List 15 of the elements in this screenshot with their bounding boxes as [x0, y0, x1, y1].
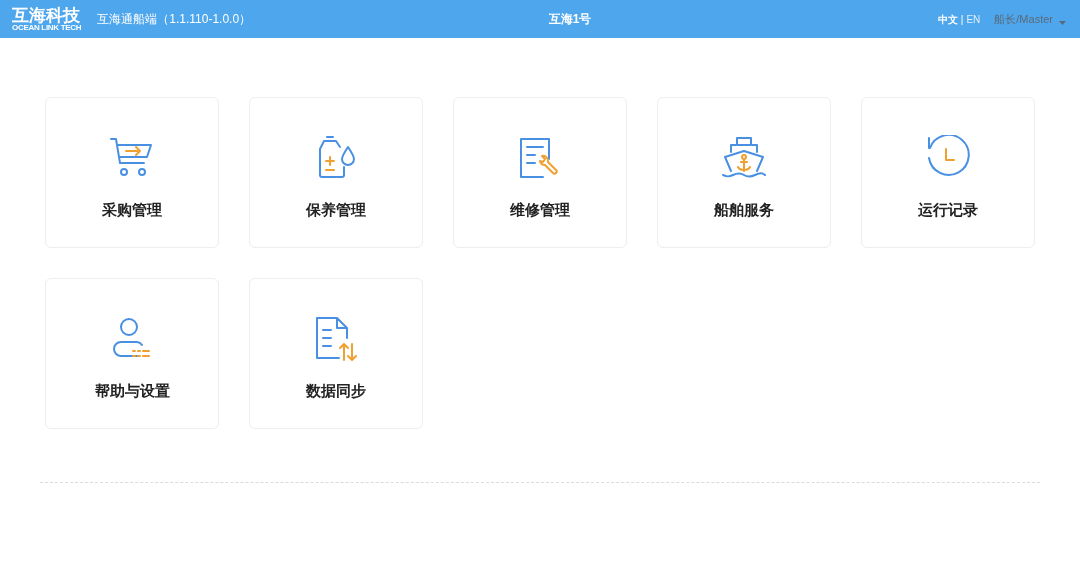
module-tile[interactable]: 数据同步: [249, 278, 423, 429]
module-tile[interactable]: 采购管理: [45, 97, 219, 248]
module-tile[interactable]: 运行记录: [861, 97, 1035, 248]
ship-anchor-icon: [721, 135, 767, 181]
vessel-name: 互海1号: [548, 11, 592, 28]
module-tile[interactable]: 船舶服务: [657, 97, 831, 248]
module-tile[interactable]: 帮助与设置: [45, 278, 219, 429]
caret-icon: [1059, 21, 1066, 25]
module-tile[interactable]: 维修管理: [453, 97, 627, 248]
document-sync-icon: [313, 316, 359, 362]
module-tile[interactable]: 保养管理: [249, 97, 423, 248]
separator-text: |: [960, 12, 964, 27]
logo-name: 互海科技: [12, 6, 80, 24]
logo-tagline: OCEAN LINK TECH: [12, 23, 82, 32]
app-title: 互海通船端（1.1.110-1.0.0）: [97, 11, 252, 28]
